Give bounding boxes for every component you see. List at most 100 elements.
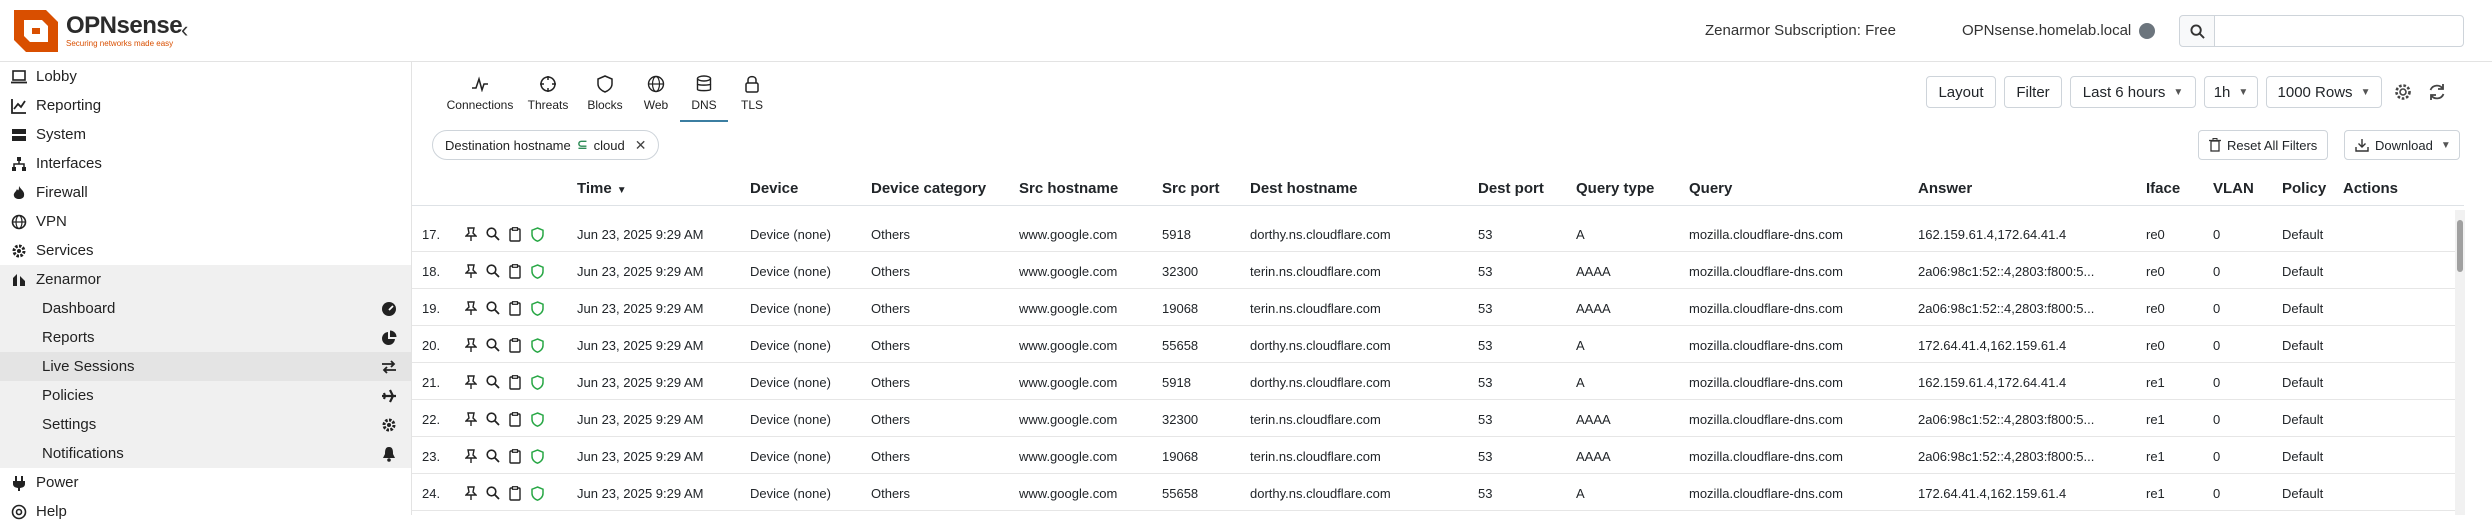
sidebar-item-notifications[interactable]: Notifications: [0, 439, 411, 468]
search-icon[interactable]: [484, 299, 502, 317]
collapse-sidebar-chevron-icon[interactable]: ‹: [181, 19, 188, 41]
clipboard-icon[interactable]: [506, 410, 524, 428]
column-answer[interactable]: Answer: [1918, 180, 1972, 197]
search-button[interactable]: [2179, 15, 2215, 47]
search-icon[interactable]: [484, 373, 502, 391]
column-dest-port[interactable]: Dest port: [1478, 180, 1544, 197]
settings-button[interactable]: [2390, 78, 2416, 106]
search-icon[interactable]: [484, 336, 502, 354]
tab-tls[interactable]: TLS: [728, 68, 776, 122]
sidebar-item-dashboard[interactable]: Dashboard: [0, 294, 411, 323]
table-row[interactable]: 21. Jun 23, 2025 9:29 AM Device (none) Othe…: [412, 363, 2464, 400]
search-icon[interactable]: [484, 225, 502, 243]
pin-icon[interactable]: [462, 410, 480, 428]
cell-src-port: 19068: [1162, 449, 1199, 464]
sidebar-item-interfaces[interactable]: Interfaces: [0, 149, 411, 178]
table-row[interactable]: 19. Jun 23, 2025 9:29 AM Device (none) Othe…: [412, 289, 2464, 326]
filter-chip[interactable]: Destination hostname ⊆ cloud ✕: [432, 130, 660, 160]
table-row[interactable]: 17. Jun 23, 2025 9:29 AM Device (none) Othe…: [412, 215, 2464, 252]
table-header: Time ▼ Device Device category Src hostnam…: [412, 170, 2464, 206]
sidebar-item-vpn[interactable]: VPN: [0, 207, 411, 236]
pin-icon[interactable]: [462, 447, 480, 465]
search-icon[interactable]: [484, 447, 502, 465]
shield-check-icon[interactable]: [528, 299, 546, 317]
cell-query-type: AAAA: [1576, 449, 1611, 464]
table-row[interactable]: 18. Jun 23, 2025 9:29 AM Device (none) Othe…: [412, 252, 2464, 289]
download-button[interactable]: Download ▼: [2344, 130, 2460, 160]
sidebar-item-lobby[interactable]: Lobby: [0, 62, 411, 91]
column-iface[interactable]: Iface: [2146, 180, 2180, 197]
column-dest-hostname[interactable]: Dest hostname: [1250, 180, 1358, 197]
filter-button[interactable]: Filter: [2004, 76, 2062, 108]
help-icon: [10, 503, 28, 521]
shield-check-icon[interactable]: [528, 225, 546, 243]
rows-select[interactable]: 1000 Rows ▼: [2266, 76, 2382, 108]
clipboard-icon[interactable]: [506, 262, 524, 280]
pin-icon[interactable]: [462, 373, 480, 391]
tab-threats[interactable]: Threats: [518, 68, 578, 122]
search-icon[interactable]: [484, 262, 502, 280]
sidebar-item-policies[interactable]: Policies: [0, 381, 411, 410]
column-query[interactable]: Query: [1689, 180, 1732, 197]
clipboard-icon[interactable]: [506, 447, 524, 465]
table-row[interactable]: 24. Jun 23, 2025 9:29 AM Device (none) Othe…: [412, 474, 2464, 511]
column-vlan[interactable]: VLAN: [2213, 180, 2254, 197]
column-policy[interactable]: Policy: [2282, 180, 2326, 197]
reset-filters-button[interactable]: Reset All Filters: [2198, 130, 2329, 160]
sidebar-item-live-sessions[interactable]: Live Sessions: [0, 352, 411, 381]
refresh-icon: [2429, 84, 2445, 100]
shield-check-icon[interactable]: [528, 373, 546, 391]
layout-button[interactable]: Layout: [1926, 76, 1996, 108]
column-query-type[interactable]: Query type: [1576, 180, 1654, 197]
close-icon[interactable]: ✕: [635, 137, 647, 154]
clipboard-icon[interactable]: [506, 336, 524, 354]
cell-vlan: 0: [2213, 301, 2221, 316]
sidebar-item-power[interactable]: Power: [0, 468, 411, 497]
pin-icon[interactable]: [462, 336, 480, 354]
sidebar-item-help[interactable]: Help: [0, 497, 411, 526]
clipboard-icon[interactable]: [506, 225, 524, 243]
tab-connections[interactable]: Connections: [442, 68, 518, 122]
pin-icon[interactable]: [462, 225, 480, 243]
column-device-category[interactable]: Device category: [871, 180, 986, 197]
sidebar-item-firewall[interactable]: Firewall: [0, 178, 411, 207]
column-time[interactable]: Time ▼: [577, 180, 627, 197]
scrollbar-thumb[interactable]: [2457, 220, 2463, 272]
cell-answer: 162.159.61.4,172.64.41.4: [1918, 375, 2067, 390]
shield-check-icon[interactable]: [528, 447, 546, 465]
interval-select[interactable]: 1h ▼: [2204, 76, 2258, 108]
pin-icon[interactable]: [462, 484, 480, 502]
sidebar-item-services[interactable]: Services: [0, 236, 411, 265]
search-icon[interactable]: [484, 410, 502, 428]
table-row[interactable]: 22. Jun 23, 2025 9:29 AM Device (none) Othe…: [412, 400, 2464, 437]
cell-query-type: AAAA: [1576, 301, 1611, 316]
table-row[interactable]: 20. Jun 23, 2025 9:29 AM Device (none) Othe…: [412, 326, 2464, 363]
shield-check-icon[interactable]: [528, 262, 546, 280]
sidebar-item-reporting[interactable]: Reporting: [0, 91, 411, 120]
pin-icon[interactable]: [462, 262, 480, 280]
column-src-port[interactable]: Src port: [1162, 180, 1220, 197]
clipboard-icon[interactable]: [506, 373, 524, 391]
search-input[interactable]: [2214, 15, 2464, 47]
refresh-button[interactable]: [2424, 78, 2450, 106]
clipboard-icon[interactable]: [506, 484, 524, 502]
time-range-select[interactable]: Last 6 hours ▼: [2070, 76, 2196, 108]
opnsense-logo-icon[interactable]: [10, 6, 62, 56]
tab-blocks[interactable]: Blocks: [578, 68, 632, 122]
shield-check-icon[interactable]: [528, 336, 546, 354]
column-device[interactable]: Device: [750, 180, 798, 197]
search-icon[interactable]: [484, 484, 502, 502]
cell-device: Device (none): [750, 301, 831, 316]
pin-icon[interactable]: [462, 299, 480, 317]
sidebar-item-zenarmor[interactable]: Zenarmor: [0, 265, 411, 294]
tab-dns[interactable]: DNS: [680, 68, 728, 122]
column-src-hostname[interactable]: Src hostname: [1019, 180, 1118, 197]
shield-check-icon[interactable]: [528, 484, 546, 502]
tab-web[interactable]: Web: [632, 68, 680, 122]
sidebar-item-settings[interactable]: Settings: [0, 410, 411, 439]
sidebar-item-system[interactable]: System: [0, 120, 411, 149]
clipboard-icon[interactable]: [506, 299, 524, 317]
table-row[interactable]: 23. Jun 23, 2025 9:29 AM Device (none) Othe…: [412, 437, 2464, 474]
shield-check-icon[interactable]: [528, 410, 546, 428]
sidebar-item-reports[interactable]: Reports: [0, 323, 411, 352]
